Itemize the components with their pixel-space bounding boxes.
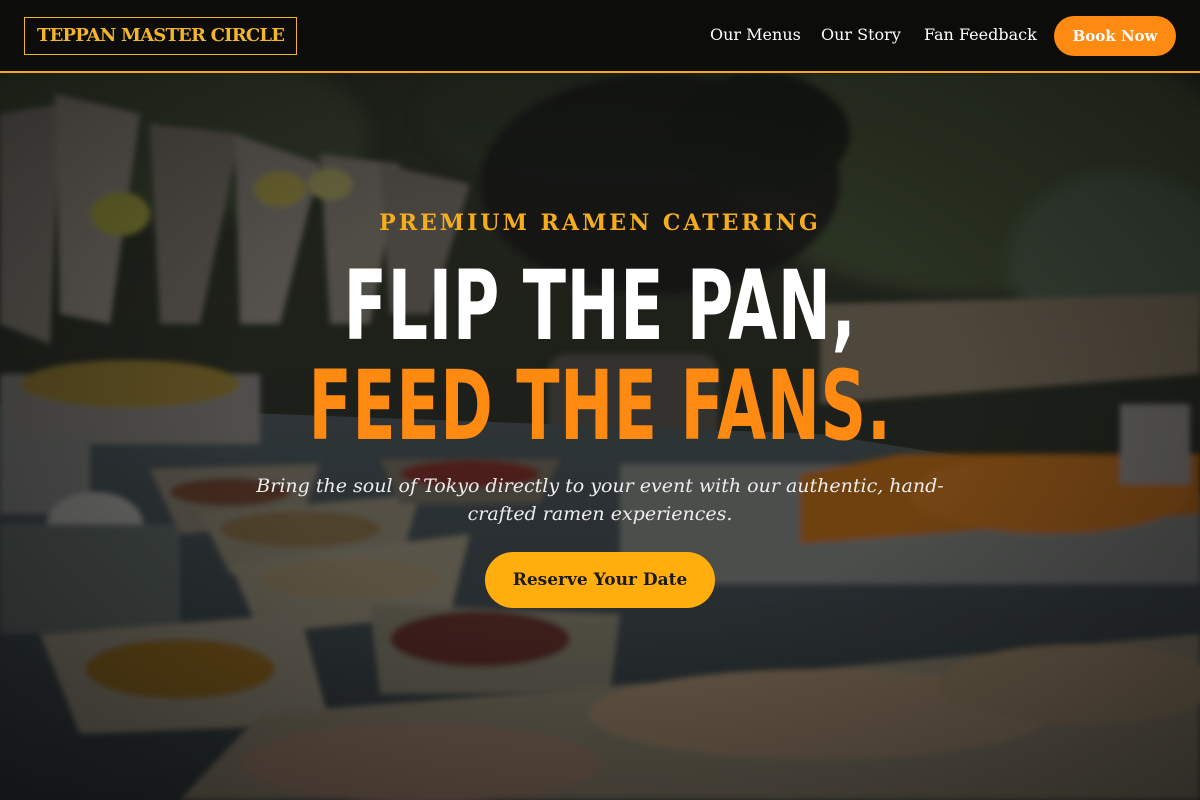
hero-headline-line1: FLIP THE PAN, [343,250,857,362]
landing-page: TEPPAN MASTER CIRCLE Our Menus Our Story… [0,0,1200,800]
nav-link-fan-feedback[interactable]: Fan Feedback [924,25,1037,44]
hero-section: PREMIUM RAMEN CATERING FLIP THE PAN, FEE… [0,74,1200,800]
nav-link-our-story[interactable]: Our Story [821,25,901,44]
main-nav: Our Menus Our Story Fan Feedback [0,0,1200,72]
reserve-date-button[interactable]: Reserve Your Date [485,552,715,608]
hero-eyebrow: PREMIUM RAMEN CATERING [379,210,821,236]
nav-link-our-menus[interactable]: Our Menus [710,25,801,44]
site-header: TEPPAN MASTER CIRCLE Our Menus Our Story… [0,0,1200,73]
hero-headline-line2: FEED THE FANS. [308,350,892,462]
hero-subtext: Bring the soul of Tokyo directly to your… [256,475,944,525]
book-now-button[interactable]: Book Now [1054,16,1176,56]
